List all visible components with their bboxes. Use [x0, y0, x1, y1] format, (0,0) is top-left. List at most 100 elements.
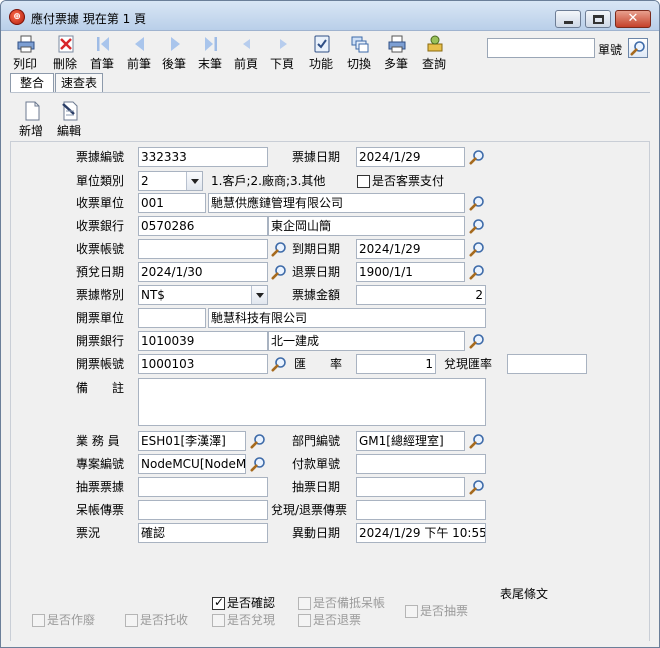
- multi-record-icon: [388, 35, 406, 53]
- window-title: 應付票據 現在第 1 頁: [31, 12, 147, 26]
- unit-type-hint: 1.客戶;2.廠商;3.其他: [211, 174, 326, 188]
- new-document-icon: [25, 101, 40, 121]
- withdraw-date-field[interactable]: [356, 477, 465, 497]
- withdraw-bill-label: 抽票票據: [76, 480, 125, 494]
- cash-return-voucher-field[interactable]: [356, 500, 486, 520]
- first-record-icon: [97, 37, 109, 51]
- withdraw-date-lookup-icon[interactable]: [469, 479, 485, 495]
- payee-bank-lookup-icon[interactable]: [469, 218, 485, 234]
- customer-pay-label: 是否客票支付: [372, 174, 445, 188]
- bill-no-field[interactable]: 332333: [138, 147, 268, 167]
- function-icon: [314, 35, 330, 53]
- tab-quick-lookup[interactable]: 速查表: [55, 73, 103, 93]
- confirmed-label: 是否確認: [227, 596, 276, 610]
- issuer-account-field[interactable]: 1000103: [138, 354, 268, 374]
- withdraw-date-label: 抽票日期: [292, 480, 341, 494]
- payee-account-lookup-icon[interactable]: [271, 241, 287, 257]
- maximize-button[interactable]: [585, 10, 611, 28]
- unit-type-select[interactable]: 2: [138, 171, 203, 191]
- status-field[interactable]: 確認: [138, 523, 268, 543]
- payee-account-field[interactable]: [138, 239, 268, 259]
- cashed-checkbox[interactable]: [212, 614, 225, 627]
- switch-icon: [351, 36, 369, 53]
- salesperson-field[interactable]: ESH01[李漢澤]: [138, 431, 246, 451]
- payment-no-field[interactable]: [356, 454, 486, 474]
- remark-textarea[interactable]: [138, 378, 486, 426]
- next-page-icon: [280, 39, 287, 49]
- amount-label: 票據金額: [292, 288, 341, 302]
- chevron-down-icon: [186, 172, 202, 190]
- bill-date-field[interactable]: 2024/1/29: [356, 147, 465, 167]
- currency-select[interactable]: NT$: [138, 285, 268, 305]
- issuer-bank-label: 開票銀行: [76, 334, 125, 348]
- project-label: 專案編號: [76, 457, 125, 471]
- edit-button[interactable]: 編輯: [49, 101, 89, 141]
- payee-bank-label: 收票銀行: [76, 219, 125, 233]
- department-lookup-icon[interactable]: [469, 433, 485, 449]
- exchange-rate-field[interactable]: 1: [356, 354, 436, 374]
- payee-unit-code-field[interactable]: 001: [138, 193, 206, 213]
- issuer-unit-code-field[interactable]: [138, 308, 206, 328]
- minimize-icon: [564, 21, 573, 24]
- change-date-field[interactable]: 2024/1/29 下午 10:55:42: [356, 523, 486, 543]
- expected-date-lookup-icon[interactable]: [271, 264, 287, 280]
- exchange-rate-label: 匯 率: [294, 357, 343, 371]
- tab-integrated[interactable]: 整合: [10, 73, 54, 93]
- issuer-bank-name-field[interactable]: 北一建成: [268, 331, 465, 351]
- print-button[interactable]: 列印: [5, 33, 45, 73]
- issuer-bank-lookup-icon[interactable]: [469, 333, 485, 349]
- bad-debt-voucher-field[interactable]: [138, 500, 268, 520]
- checkmark-icon: ✓: [214, 595, 225, 609]
- bad-debt-deduct-checkbox[interactable]: [298, 597, 311, 610]
- cash-return-voucher-label: 兌現/退票傳票: [271, 503, 348, 517]
- title-bar[interactable]: ⊕ 應付票據 現在第 1 頁 ✕: [1, 1, 659, 31]
- issuer-bank-code-field[interactable]: 1010039: [138, 331, 268, 351]
- withdraw-bill-field[interactable]: [138, 477, 268, 497]
- payee-bank-code-field[interactable]: 0570286: [138, 216, 268, 236]
- minimize-button[interactable]: [555, 10, 581, 28]
- project-field[interactable]: NodeMCU[NodeMCU車: [138, 454, 246, 474]
- edit-document-icon: [62, 101, 78, 121]
- payee-unit-name-field[interactable]: 馳慧供應鏈管理有限公司: [208, 193, 465, 213]
- next-page-button[interactable]: 下頁: [262, 33, 302, 73]
- department-field[interactable]: GM1[總經理室]: [356, 431, 465, 451]
- project-lookup-icon[interactable]: [250, 456, 266, 472]
- due-date-field[interactable]: 2024/1/29: [356, 239, 465, 259]
- close-button[interactable]: ✕: [615, 10, 651, 28]
- bad-debt-deduct-label: 是否備抵呆帳: [313, 596, 386, 610]
- due-date-lookup-icon[interactable]: [469, 241, 485, 257]
- cash-rate-field[interactable]: [507, 354, 587, 374]
- customer-pay-checkbox[interactable]: [357, 175, 370, 188]
- query-button[interactable]: 查詢: [414, 33, 454, 73]
- search-button[interactable]: [628, 38, 648, 58]
- withdrawn-checkbox[interactable]: [405, 605, 418, 618]
- salesperson-lookup-icon[interactable]: [250, 433, 266, 449]
- returned-checkbox[interactable]: [298, 614, 311, 627]
- payee-account-label: 收票帳號: [76, 242, 125, 256]
- printer-icon: [17, 35, 35, 53]
- return-date-lookup-icon[interactable]: [469, 264, 485, 280]
- query-icon: [427, 35, 443, 52]
- amount-field[interactable]: 2: [356, 285, 486, 305]
- bill-date-lookup-icon[interactable]: [469, 149, 485, 165]
- delete-icon: [58, 35, 74, 53]
- currency-label: 票據幣別: [76, 288, 125, 302]
- payee-unit-lookup-icon[interactable]: [469, 195, 485, 211]
- issuer-unit-label: 開票單位: [76, 311, 125, 325]
- confirmed-checkbox[interactable]: ✓: [212, 595, 225, 610]
- voided-label: 是否作廢: [47, 613, 96, 627]
- voided-checkbox[interactable]: [32, 614, 45, 627]
- payment-no-label: 付款單號: [292, 457, 341, 471]
- previous-record-icon: [135, 37, 144, 51]
- bill-number-search-input[interactable]: [487, 38, 595, 58]
- payee-bank-name-field[interactable]: 東企岡山簡: [268, 216, 465, 236]
- bill-date-label: 票據日期: [292, 150, 341, 164]
- expected-date-field[interactable]: 2024/1/30: [138, 262, 268, 282]
- issuer-unit-name-field[interactable]: 馳慧科技有限公司: [208, 308, 486, 328]
- issuer-account-lookup-icon[interactable]: [271, 356, 287, 372]
- due-date-label: 到期日期: [292, 242, 341, 256]
- returned-label: 是否退票: [313, 613, 362, 627]
- return-date-field[interactable]: 1900/1/1: [356, 262, 465, 282]
- collected-checkbox[interactable]: [125, 614, 138, 627]
- chevron-down-icon: [251, 286, 267, 304]
